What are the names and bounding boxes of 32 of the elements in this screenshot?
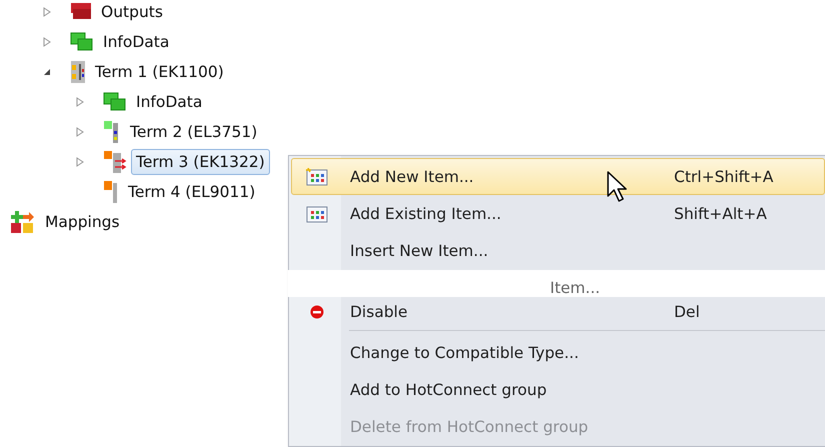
tree-item[interactable]: Mappings — [40, 209, 125, 235]
tree-item[interactable]: Term 2 (EL3751) — [125, 119, 262, 145]
terminal-icon — [103, 151, 127, 173]
collapsed-arrow-icon[interactable] — [42, 7, 52, 17]
collapsed-arrow-icon[interactable] — [75, 97, 85, 107]
collapsed-arrow-icon[interactable] — [75, 157, 85, 167]
terminal-icon — [70, 61, 86, 83]
terminal-icon — [103, 121, 121, 143]
grid-icon — [306, 204, 328, 223]
menu-item[interactable]: Add to HotConnect group — [291, 371, 825, 409]
tree-item[interactable]: Term 1 (EK1100) — [90, 59, 229, 85]
collapsed-arrow-icon[interactable] — [75, 127, 85, 137]
module-icon — [70, 3, 92, 21]
menu-item[interactable]: Add Existing Item... Shift+Alt+A — [291, 195, 825, 233]
module-icon — [70, 32, 94, 52]
tree-item[interactable]: InfoData — [131, 89, 208, 115]
module-icon — [103, 92, 127, 112]
expanded-arrow-icon[interactable] — [42, 67, 52, 77]
terminal-icon — [103, 181, 119, 203]
no-entry-icon — [310, 304, 324, 319]
menu-item[interactable]: Insert New Item... — [291, 232, 825, 270]
tree-item[interactable]: Term 3 (EK1322) — [131, 149, 270, 175]
menu-item[interactable]: Add New Item... Ctrl+Shift+A — [291, 158, 825, 196]
menu-item[interactable]: Change to Compatible Type... — [291, 334, 825, 372]
tree-item[interactable]: Term 4 (EL9011) — [123, 179, 260, 205]
tree-item[interactable]: InfoData — [98, 29, 174, 55]
cut-off-text: Item... — [550, 278, 600, 297]
new-item-icon — [306, 168, 328, 186]
collapsed-arrow-icon[interactable] — [42, 37, 52, 47]
tree-item[interactable]: Outputs — [96, 0, 168, 25]
menu-item[interactable]: Disable Del — [291, 296, 825, 328]
mappings-icon — [10, 210, 36, 234]
